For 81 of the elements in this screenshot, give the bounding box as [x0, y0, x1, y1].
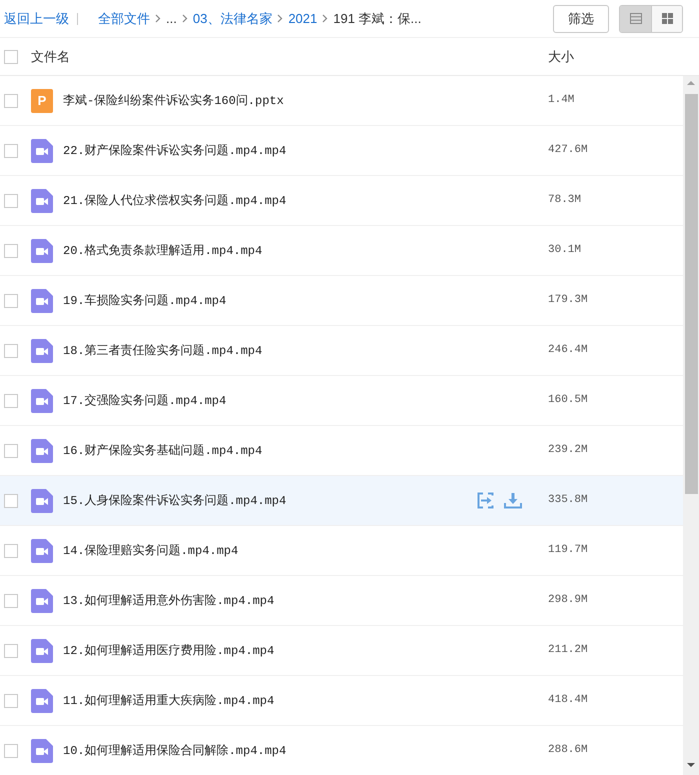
file-size: 298.9M — [548, 593, 589, 608]
presentation-file-icon: P — [31, 88, 53, 112]
breadcrumb-text: ... — [166, 10, 177, 28]
download-icon[interactable] — [504, 492, 522, 508]
file-size: 418.4M — [548, 693, 589, 708]
scroll-down-icon[interactable] — [687, 763, 695, 767]
file-size: 335.8M — [548, 493, 589, 508]
breadcrumb-text: 191 李斌：保... — [333, 10, 422, 28]
chevron-icon — [155, 14, 161, 23]
file-name[interactable]: 22.财产保险案件诉讼实务问题.mp4.mp4 — [63, 142, 548, 160]
file-size: 30.1M — [548, 243, 582, 258]
file-size: 427.6M — [548, 143, 589, 158]
breadcrumb-link[interactable]: 03、法律名家 — [192, 8, 272, 28]
column-header[interactable]: 大小 — [548, 46, 699, 66]
checkbox[interactable] — [4, 644, 18, 658]
back-link[interactable]: 返回上一级 — [4, 8, 69, 28]
chevron-icon — [322, 14, 328, 23]
file-name[interactable]: 18.第三者责任险实务问题.mp4.mp4 — [63, 342, 548, 360]
checkbox[interactable] — [4, 194, 18, 208]
chevron-icon — [277, 14, 284, 23]
file-size: 246.4M — [548, 343, 589, 358]
column-header[interactable]: 文件名 — [31, 46, 548, 66]
select-all-checkbox[interactable] — [4, 50, 18, 64]
video-file-icon — [31, 188, 53, 212]
file-name[interactable]: 21.保险人代位求偿权实务问题.mp4.mp4 — [63, 192, 548, 210]
file-name[interactable]: 17.交强险实务问题.mp4.mp4 — [63, 392, 548, 410]
file-size: 211.2M — [548, 643, 589, 658]
video-file-icon — [31, 538, 53, 562]
file-name[interactable]: 10.如何理解适用保险合同解除.mp4.mp4 — [63, 742, 548, 760]
checkbox[interactable] — [4, 544, 18, 558]
list-icon — [630, 13, 642, 24]
chevron-icon — [182, 14, 188, 23]
video-file-icon — [31, 238, 53, 262]
file-name[interactable]: 11.如何理解适用重大疾病险.mp4.mp4 — [63, 692, 548, 710]
filter-button[interactable]: 筛选 — [553, 4, 609, 32]
file-size: 160.5M — [548, 393, 589, 408]
file-size: 288.6M — [548, 743, 589, 758]
grid-icon — [662, 13, 672, 24]
video-file-icon — [31, 738, 53, 762]
file-name[interactable]: 16.财产保险实务基础问题.mp4.mp4 — [63, 442, 548, 460]
checkbox[interactable] — [4, 294, 18, 308]
file-name[interactable]: 13.如何理解适用意外伤害险.mp4.mp4 — [63, 592, 548, 610]
move-icon[interactable] — [477, 492, 494, 509]
breadcrumb-link[interactable]: 2021 — [288, 8, 318, 28]
scrollbar[interactable] — [683, 76, 699, 775]
video-file-icon — [31, 588, 53, 612]
file-name[interactable]: 14.保险理赔实务问题.mp4.mp4 — [63, 542, 548, 560]
video-file-icon — [31, 488, 53, 512]
file-size: 1.4M — [548, 93, 576, 108]
file-name[interactable]: 12.如何理解适用医疗费用险.mp4.mp4 — [63, 642, 548, 660]
file-size: 179.3M — [548, 293, 589, 308]
scrollbar-thumb[interactable] — [684, 94, 698, 494]
file-row[interactable]: 15.人身保险案件诉讼实务问题.mp4.mp4 335.8M — [0, 476, 683, 526]
file-size: 239.2M — [548, 443, 589, 458]
checkbox[interactable] — [4, 144, 18, 158]
checkbox[interactable] — [4, 344, 18, 358]
checkbox[interactable] — [4, 94, 18, 108]
video-file-icon — [31, 388, 53, 412]
checkbox[interactable] — [4, 244, 18, 258]
video-file-icon — [31, 338, 53, 362]
file-size: 119.7M — [548, 543, 589, 558]
file-size: 78.3M — [548, 193, 582, 208]
grid-view-button[interactable] — [651, 6, 682, 32]
video-file-icon — [31, 438, 53, 462]
list-view-button[interactable] — [620, 6, 651, 32]
checkbox[interactable] — [4, 694, 18, 708]
video-file-icon — [31, 688, 53, 712]
video-file-icon — [31, 638, 53, 662]
checkbox[interactable] — [4, 744, 18, 758]
checkbox[interactable] — [4, 594, 18, 608]
checkbox[interactable] — [4, 394, 18, 408]
scroll-up-icon[interactable] — [687, 81, 695, 85]
breadcrumb-link[interactable]: 全部文件 — [98, 8, 150, 28]
file-name[interactable]: 15.人身保险案件诉讼实务问题.mp4.mp4 — [63, 492, 477, 510]
checkbox[interactable] — [4, 494, 18, 508]
video-file-icon — [31, 288, 53, 312]
file-name[interactable]: 19.车损险实务问题.mp4.mp4 — [63, 292, 548, 310]
video-file-icon — [31, 138, 53, 162]
file-name[interactable]: 20.格式免责条款理解适用.mp4.mp4 — [63, 242, 548, 260]
checkbox[interactable] — [4, 444, 18, 458]
file-name[interactable]: 李斌-保险纠纷案件诉讼实务160问.pptx — [63, 92, 548, 110]
